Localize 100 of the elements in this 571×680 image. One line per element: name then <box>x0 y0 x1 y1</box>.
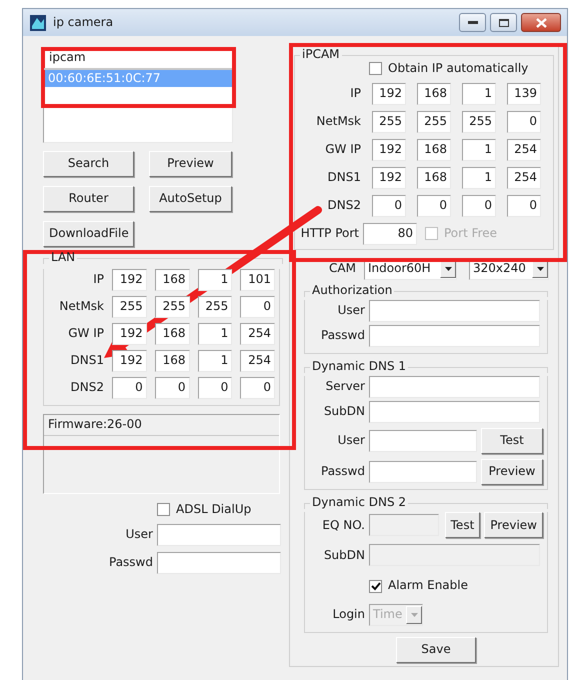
action-button[interactable]: Preview <box>149 151 232 177</box>
field-label: SubDN <box>322 548 365 564</box>
ip-octet-field[interactable]: 168 <box>417 166 451 189</box>
ip-octet-field[interactable]: 1 <box>198 269 232 292</box>
field-label: DNS2 <box>326 198 361 214</box>
ip-octet-field[interactable]: 1 <box>462 166 496 189</box>
field-label: User <box>336 433 365 449</box>
field-label: SubDN <box>322 404 365 420</box>
ip-octet-field[interactable]: 168 <box>154 269 190 292</box>
ip-octet-field[interactable]: 168 <box>417 138 451 161</box>
text-field[interactable] <box>369 461 477 484</box>
group-title: Dynamic DNS 2 <box>311 496 408 510</box>
ip-octet-field[interactable]: 168 <box>154 350 190 372</box>
ip-octet-field[interactable]: 192 <box>112 269 147 292</box>
window-title: ip camera <box>53 14 114 30</box>
ip-octet-field[interactable]: 192 <box>372 138 406 161</box>
caret-icon <box>536 266 544 271</box>
ip-octet-field[interactable]: 192 <box>372 82 406 105</box>
caret-icon <box>444 266 452 271</box>
group-title: Authorization <box>311 284 394 297</box>
ip-octet-field[interactable]: 0 <box>154 377 190 400</box>
ip-octet-field[interactable]: 1 <box>462 138 496 161</box>
ip-octet-field[interactable]: 255 <box>372 110 406 133</box>
close-button[interactable] <box>521 13 561 32</box>
ip-octet-field[interactable]: 255 <box>112 296 147 318</box>
ip-octet-field[interactable]: 1 <box>198 323 232 346</box>
field-label: Passwd <box>108 554 153 571</box>
action-button[interactable]: AutoSetup <box>149 186 232 212</box>
save-button[interactable]: Save <box>396 636 476 663</box>
caret-icon <box>410 612 418 617</box>
text-field[interactable] <box>369 300 540 322</box>
text-field[interactable] <box>157 524 281 546</box>
ip-octet-field[interactable]: 101 <box>240 269 275 292</box>
ip-octet-field[interactable]: 0 <box>462 194 496 217</box>
ip-octet-field[interactable]: 255 <box>154 296 190 318</box>
field-label: NetMsk <box>58 299 104 315</box>
dropdown: Time <box>369 604 423 626</box>
action-button[interactable]: Router <box>43 186 134 212</box>
field-label: Passwd <box>320 464 365 480</box>
field-label: IP <box>349 86 361 102</box>
action-button[interactable]: Search <box>43 151 134 177</box>
text-field[interactable] <box>369 324 540 347</box>
field-label: DNS1 <box>70 353 104 369</box>
text-field[interactable] <box>369 401 540 424</box>
ip-octet-field[interactable]: 254 <box>507 138 541 161</box>
field-label: HTTP Port <box>300 226 359 242</box>
ip-octet-field[interactable]: 192 <box>372 166 406 189</box>
ip-octet-field[interactable]: 0 <box>507 194 541 217</box>
port-field[interactable]: 80 <box>363 222 417 245</box>
ip-octet-field[interactable]: 0 <box>240 296 275 318</box>
ip-octet-field[interactable]: 0 <box>198 377 232 400</box>
ip-octet-field[interactable]: 0 <box>417 194 451 217</box>
text-field[interactable] <box>369 430 477 452</box>
maximize-icon <box>498 18 508 26</box>
field-label: GW IP <box>324 142 361 158</box>
field-label: User <box>124 526 153 543</box>
action-button[interactable]: DownloadFile <box>43 221 134 247</box>
preview-button[interactable]: Preview <box>481 459 543 486</box>
field-label: DNS2 <box>70 380 104 396</box>
ip-octet-field[interactable]: 168 <box>417 82 451 105</box>
ip-octet-field[interactable]: 192 <box>112 350 147 372</box>
preview-button[interactable]: Preview <box>484 512 543 538</box>
field-label: Server <box>324 379 365 395</box>
close-icon <box>536 18 546 28</box>
ip-octet-field[interactable]: 0 <box>240 377 275 400</box>
ip-octet-field[interactable]: 192 <box>112 323 147 346</box>
field-label: CAM <box>328 260 356 277</box>
group-title: Dynamic DNS 1 <box>311 360 408 374</box>
ip-octet-field[interactable]: 0 <box>507 110 541 133</box>
checkbox[interactable] <box>369 62 382 76</box>
firmware-label: Firmware:26-00 <box>44 415 279 436</box>
ip-octet-field[interactable]: 255 <box>417 110 451 133</box>
checkbox-label: Port Free <box>444 226 498 242</box>
maximize-button[interactable] <box>490 13 517 32</box>
checkbox[interactable] <box>369 580 382 593</box>
ip-octet-field[interactable]: 0 <box>112 377 147 400</box>
checkbox-label: Obtain IP automatically <box>388 61 528 77</box>
ip-octet-field[interactable]: 1 <box>462 82 496 105</box>
ip-octet-field[interactable]: 254 <box>240 323 275 346</box>
ip-octet-field[interactable]: 0 <box>372 194 406 217</box>
ip-octet-field[interactable]: 255 <box>462 110 496 133</box>
text-field[interactable] <box>369 376 540 398</box>
test-button[interactable]: Test <box>444 512 480 538</box>
field-label: Login <box>332 607 365 623</box>
ip-octet-field[interactable]: 254 <box>507 166 541 189</box>
text-field[interactable] <box>157 552 281 574</box>
app-icon <box>29 14 47 32</box>
check-icon <box>370 582 380 591</box>
field-label: EQ NO. <box>321 518 365 534</box>
checkbox[interactable] <box>157 503 170 516</box>
field-label: DNS1 <box>326 170 361 186</box>
ip-octet-field[interactable]: 139 <box>507 82 541 105</box>
test-button[interactable]: Test <box>481 428 543 454</box>
field-label: IP <box>92 272 104 288</box>
minimize-button[interactable] <box>459 13 486 32</box>
ip-octet-field[interactable]: 1 <box>198 350 232 372</box>
ip-octet-field[interactable]: 168 <box>154 323 190 346</box>
ip-octet-field[interactable]: 255 <box>198 296 232 318</box>
ip-octet-field[interactable]: 254 <box>240 350 275 372</box>
field-label: GW IP <box>67 326 104 342</box>
